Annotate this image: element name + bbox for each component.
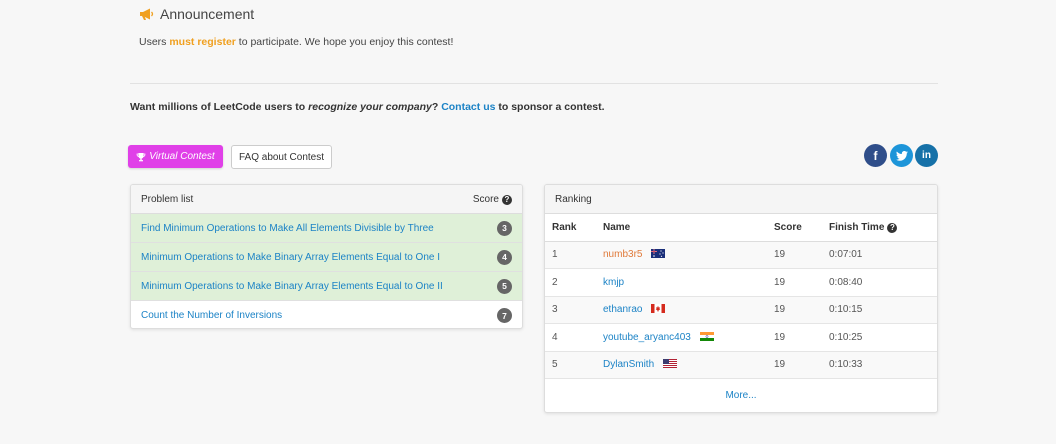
megaphone-icon [140,8,154,20]
usa-flag-icon [662,359,677,369]
name-column-header: Name [603,214,774,242]
ranking-table-header: Rank Name Score Finish Time? [545,214,937,242]
trophy-icon [136,152,146,161]
must-register-text: must register [169,36,236,48]
rank-column-header: Rank [545,214,603,242]
announcement-header: Announcement [139,6,453,22]
table-row: 5 DylanSmith 19 0:10:33 [545,351,937,379]
user-link[interactable]: kmjp [603,277,624,288]
twitter-icon[interactable] [890,144,913,167]
score-cell: 19 [774,268,829,297]
finish-time-cell: 0:08:40 [829,268,937,297]
problem-link[interactable]: Count the Number of Inversions [141,310,282,321]
score-badge: 5 [497,278,512,294]
rank-cell: 1 [545,241,603,269]
rank-cell: 3 [545,296,603,324]
problem-list-panel: Problem list Score? Find Minimum Operati… [130,184,523,329]
finish-time-cell: 0:10:15 [829,296,937,324]
user-link[interactable]: ethanrao [603,304,642,315]
rank-cell: 2 [545,268,603,297]
user-link[interactable]: youtube_aryanc403 [603,332,691,343]
problem-row: Find Minimum Operations to Make All Elem… [131,214,522,243]
canada-flag-icon [651,304,666,314]
table-row: 1 numb3r5 19 0:07:01 [545,241,937,269]
question-circle-icon[interactable]: ? [887,222,898,233]
problem-link[interactable]: Find Minimum Operations to Make All Elem… [141,223,434,234]
problem-row: Count the Number of Inversions 7 [131,301,522,328]
question-circle-icon[interactable]: ? [502,194,512,205]
user-link[interactable]: DylanSmith [603,359,654,370]
facebook-icon[interactable]: f [864,144,887,167]
australia-flag-icon [651,249,666,259]
announcement-text: Users must register to participate. We h… [139,36,454,48]
problem-list-header: Problem list Score? [131,185,522,214]
finish-time-cell: 0:10:33 [829,351,937,379]
finish-time-column-header: Finish Time? [829,214,937,242]
table-row: 4 youtube_aryanc403 19 0:10:25 [545,323,937,352]
score-cell: 19 [774,351,829,379]
more-link[interactable]: More... [545,379,937,401]
contact-us-link[interactable]: Contact us [441,101,495,113]
score-badge: 4 [497,249,512,265]
table-row: 2 kmjp 19 0:08:40 [545,268,937,297]
problem-row: Minimum Operations to Make Binary Array … [131,272,522,301]
name-cell: ethanrao [603,296,774,324]
problem-link[interactable]: Minimum Operations to Make Binary Array … [141,281,443,292]
score-badge: 7 [497,308,512,323]
problem-row: Minimum Operations to Make Binary Array … [131,243,522,272]
name-cell: DylanSmith [603,351,774,379]
score-cell: 19 [774,296,829,324]
announcement-title: Announcement [160,6,255,22]
score-badge: 3 [497,220,512,236]
sponsor-message: Want millions of LeetCode users to recog… [130,101,605,113]
finish-time-cell: 0:10:25 [829,323,937,352]
name-cell: numb3r5 [603,241,774,269]
score-header: Score? [473,194,512,205]
divider [130,83,938,84]
finish-time-cell: 0:07:01 [829,241,937,269]
table-row: 3 ethanrao 19 0:10:15 [545,296,937,324]
user-link[interactable]: numb3r5 [603,249,642,260]
score-column-header: Score [774,214,829,242]
name-cell: youtube_aryanc403 [603,323,774,352]
ranking-table: Rank Name Score Finish Time? 1 numb3r5 1… [545,214,937,379]
score-cell: 19 [774,241,829,269]
linkedin-icon[interactable]: in [915,144,938,167]
ranking-panel: Ranking Rank Name Score Finish Time? 1 n… [544,184,938,413]
virtual-contest-button[interactable]: Virtual Contest [128,145,223,168]
india-flag-icon [699,331,714,341]
rank-cell: 5 [545,351,603,379]
announcement: Announcement Users must register to part… [139,6,453,48]
rank-cell: 4 [545,323,603,352]
problem-link[interactable]: Minimum Operations to Make Binary Array … [141,252,440,263]
faq-button[interactable]: FAQ about Contest [231,145,332,169]
ranking-header: Ranking [545,185,937,214]
score-cell: 19 [774,323,829,352]
name-cell: kmjp [603,268,774,297]
